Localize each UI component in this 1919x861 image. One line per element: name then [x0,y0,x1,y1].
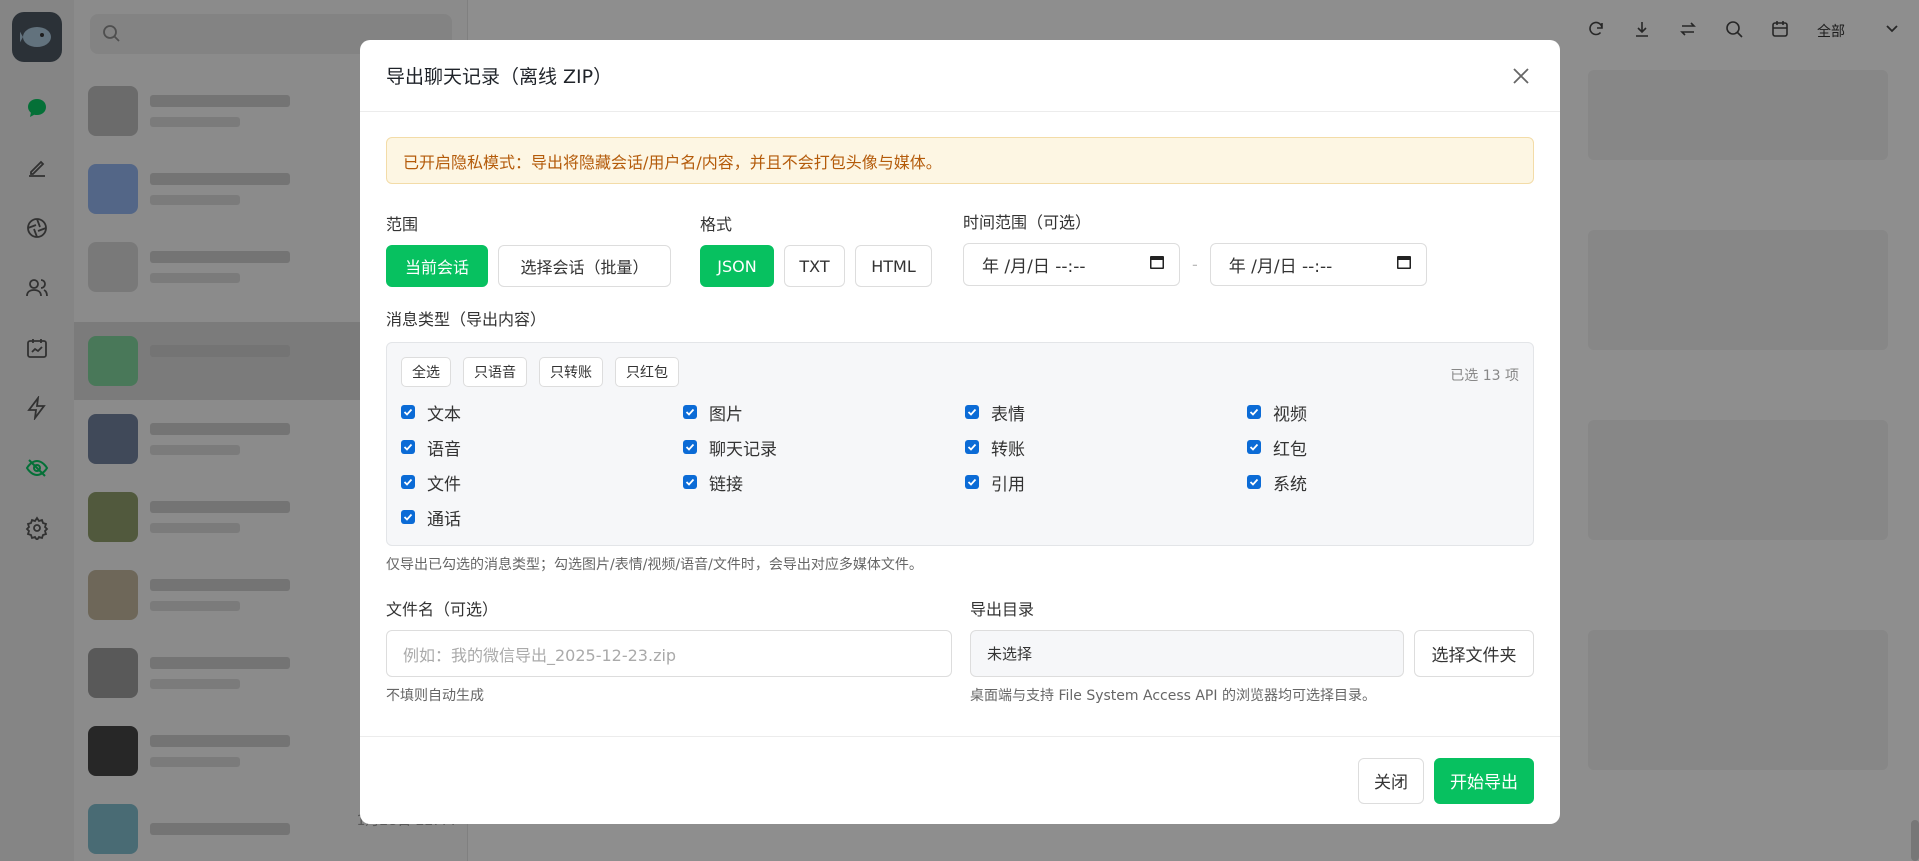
message-type-label: 系统 [1273,474,1307,495]
dialog-title: 导出聊天记录（离线 ZIP） [386,66,613,88]
checkbox-checked-icon[interactable] [401,405,415,419]
message-type-label: 链接 [709,474,743,495]
message-type-label: 文本 [427,404,461,425]
message-type-label: 引用 [991,474,1025,495]
format-json-button[interactable]: JSON [700,245,774,287]
message-type-checkbox[interactable]: 通话 [401,506,683,530]
message-type-checkbox[interactable]: 链接 [683,471,965,495]
scope-group: 范围 当前会话 选择会话（批量） [386,211,671,287]
start-datetime-value: 年 /月/日 --:-- [982,257,1086,277]
range-separator: - [1192,255,1198,274]
choose-folder-button[interactable]: 选择文件夹 [1414,630,1534,677]
message-type-grid: 文本 图片 表情 视频语音 聊天记录 转账 红包文件 链接 引用 系统通话 [401,401,1519,530]
message-type-checkbox[interactable]: 视频 [1247,401,1529,425]
checkbox-checked-icon[interactable] [965,475,979,489]
filename-group: 文件名（可选） 例如：我的微信导出_2025-12-23.zip 不填则自动生成 [386,596,952,705]
message-type-checkbox[interactable]: 系统 [1247,471,1529,495]
privacy-notice: 已开启隐私模式：导出将隐藏会话/用户名/内容，并且不会打包头像与媒体。 [386,137,1534,184]
message-type-checkbox[interactable]: 图片 [683,401,965,425]
message-type-label: 红包 [1273,439,1307,460]
time-range-group: 时间范围（可选） 年 /月/日 --:-- - 年 /月/日 --:-- [963,209,1427,286]
scope-label: 范围 [386,215,419,234]
scope-current-button[interactable]: 当前会话 [386,245,488,287]
scrollbar[interactable] [1911,820,1919,861]
end-datetime-value: 年 /月/日 --:-- [1228,257,1333,277]
checkbox-checked-icon[interactable] [965,440,979,454]
export-dir-group: 导出目录 未选择 选择文件夹 桌面端与支持 File System Access… [970,596,1534,705]
checkbox-checked-icon[interactable] [683,405,697,419]
message-type-checkbox[interactable]: 聊天记录 [683,436,965,460]
export-dir-field: 未选择 [970,630,1404,677]
format-txt-button[interactable]: TXT [784,245,845,287]
format-label: 格式 [700,215,733,234]
message-types-label: 消息类型（导出内容） [386,310,547,329]
transfer-only-chip[interactable]: 只转账 [539,357,603,387]
message-type-checkbox[interactable]: 文件 [401,471,683,495]
close-icon[interactable] [1508,63,1534,89]
message-type-label: 聊天记录 [709,439,777,460]
message-type-checkbox[interactable]: 文本 [401,401,683,425]
message-type-checkbox[interactable]: 语音 [401,436,683,460]
message-type-checkbox[interactable]: 转账 [965,436,1247,460]
message-type-label: 视频 [1273,404,1307,425]
red-packet-only-chip[interactable]: 只红包 [615,357,679,387]
checkbox-checked-icon[interactable] [1247,405,1261,419]
checkbox-checked-icon[interactable] [401,475,415,489]
selected-count: 已选 13 项 [1450,368,1519,384]
format-group: 格式 JSON TXT HTML [700,211,932,287]
close-button[interactable]: 关闭 [1358,757,1424,804]
checkbox-checked-icon[interactable] [683,440,697,454]
checkbox-checked-icon[interactable] [401,440,415,454]
checkbox-checked-icon[interactable] [401,510,415,524]
message-type-label: 文件 [427,474,461,495]
dialog-header: 导出聊天记录（离线 ZIP） [360,40,1560,112]
end-datetime-input[interactable]: 年 /月/日 --:-- [1209,243,1427,286]
filename-input[interactable]: 例如：我的微信导出_2025-12-23.zip [386,630,952,677]
start-export-button[interactable]: 开始导出 [1434,757,1534,804]
message-type-label: 语音 [427,439,461,460]
message-type-label: 转账 [991,439,1025,460]
message-type-checkbox[interactable]: 引用 [965,471,1247,495]
export-dialog: 导出聊天记录（离线 ZIP） 已开启隐私模式：导出将隐藏会话/用户名/内容，并且… [360,40,1560,824]
export-dir-label: 导出目录 [970,600,1035,619]
calendar-icon[interactable] [1149,254,1165,275]
checkbox-checked-icon[interactable] [1247,440,1261,454]
message-type-label: 图片 [709,404,743,425]
message-type-label: 通话 [427,509,461,530]
export-dir-hint: 桌面端与支持 File System Access API 的浏览器均可选择目录… [970,688,1376,704]
filename-hint: 不填则自动生成 [386,688,484,704]
checkbox-checked-icon[interactable] [1247,475,1261,489]
dialog-footer: 关闭 开始导出 [360,736,1560,824]
select-all-chip[interactable]: 全选 [401,357,451,387]
message-types-panel: 全选 只语音 只转账 只红包 已选 13 项 文本 图片 表情 视频语音 聊天记录 转账 红… [386,342,1534,546]
message-types-hint: 仅导出已勾选的消息类型；勾选图片/表情/视频/语音/文件时，会导出对应多媒体文件… [386,557,923,573]
message-type-checkbox[interactable]: 表情 [965,401,1247,425]
format-html-button[interactable]: HTML [855,245,932,287]
calendar-icon[interactable] [1396,254,1412,275]
scope-batch-button[interactable]: 选择会话（批量） [498,245,671,287]
message-type-label: 表情 [991,404,1025,425]
start-datetime-input[interactable]: 年 /月/日 --:-- [963,243,1180,286]
message-type-checkbox[interactable]: 红包 [1247,436,1529,460]
checkbox-checked-icon[interactable] [965,405,979,419]
filename-label: 文件名（可选） [386,600,499,619]
checkbox-checked-icon[interactable] [683,475,697,489]
time-range-label: 时间范围（可选） [963,213,1092,232]
voice-only-chip[interactable]: 只语音 [463,357,527,387]
